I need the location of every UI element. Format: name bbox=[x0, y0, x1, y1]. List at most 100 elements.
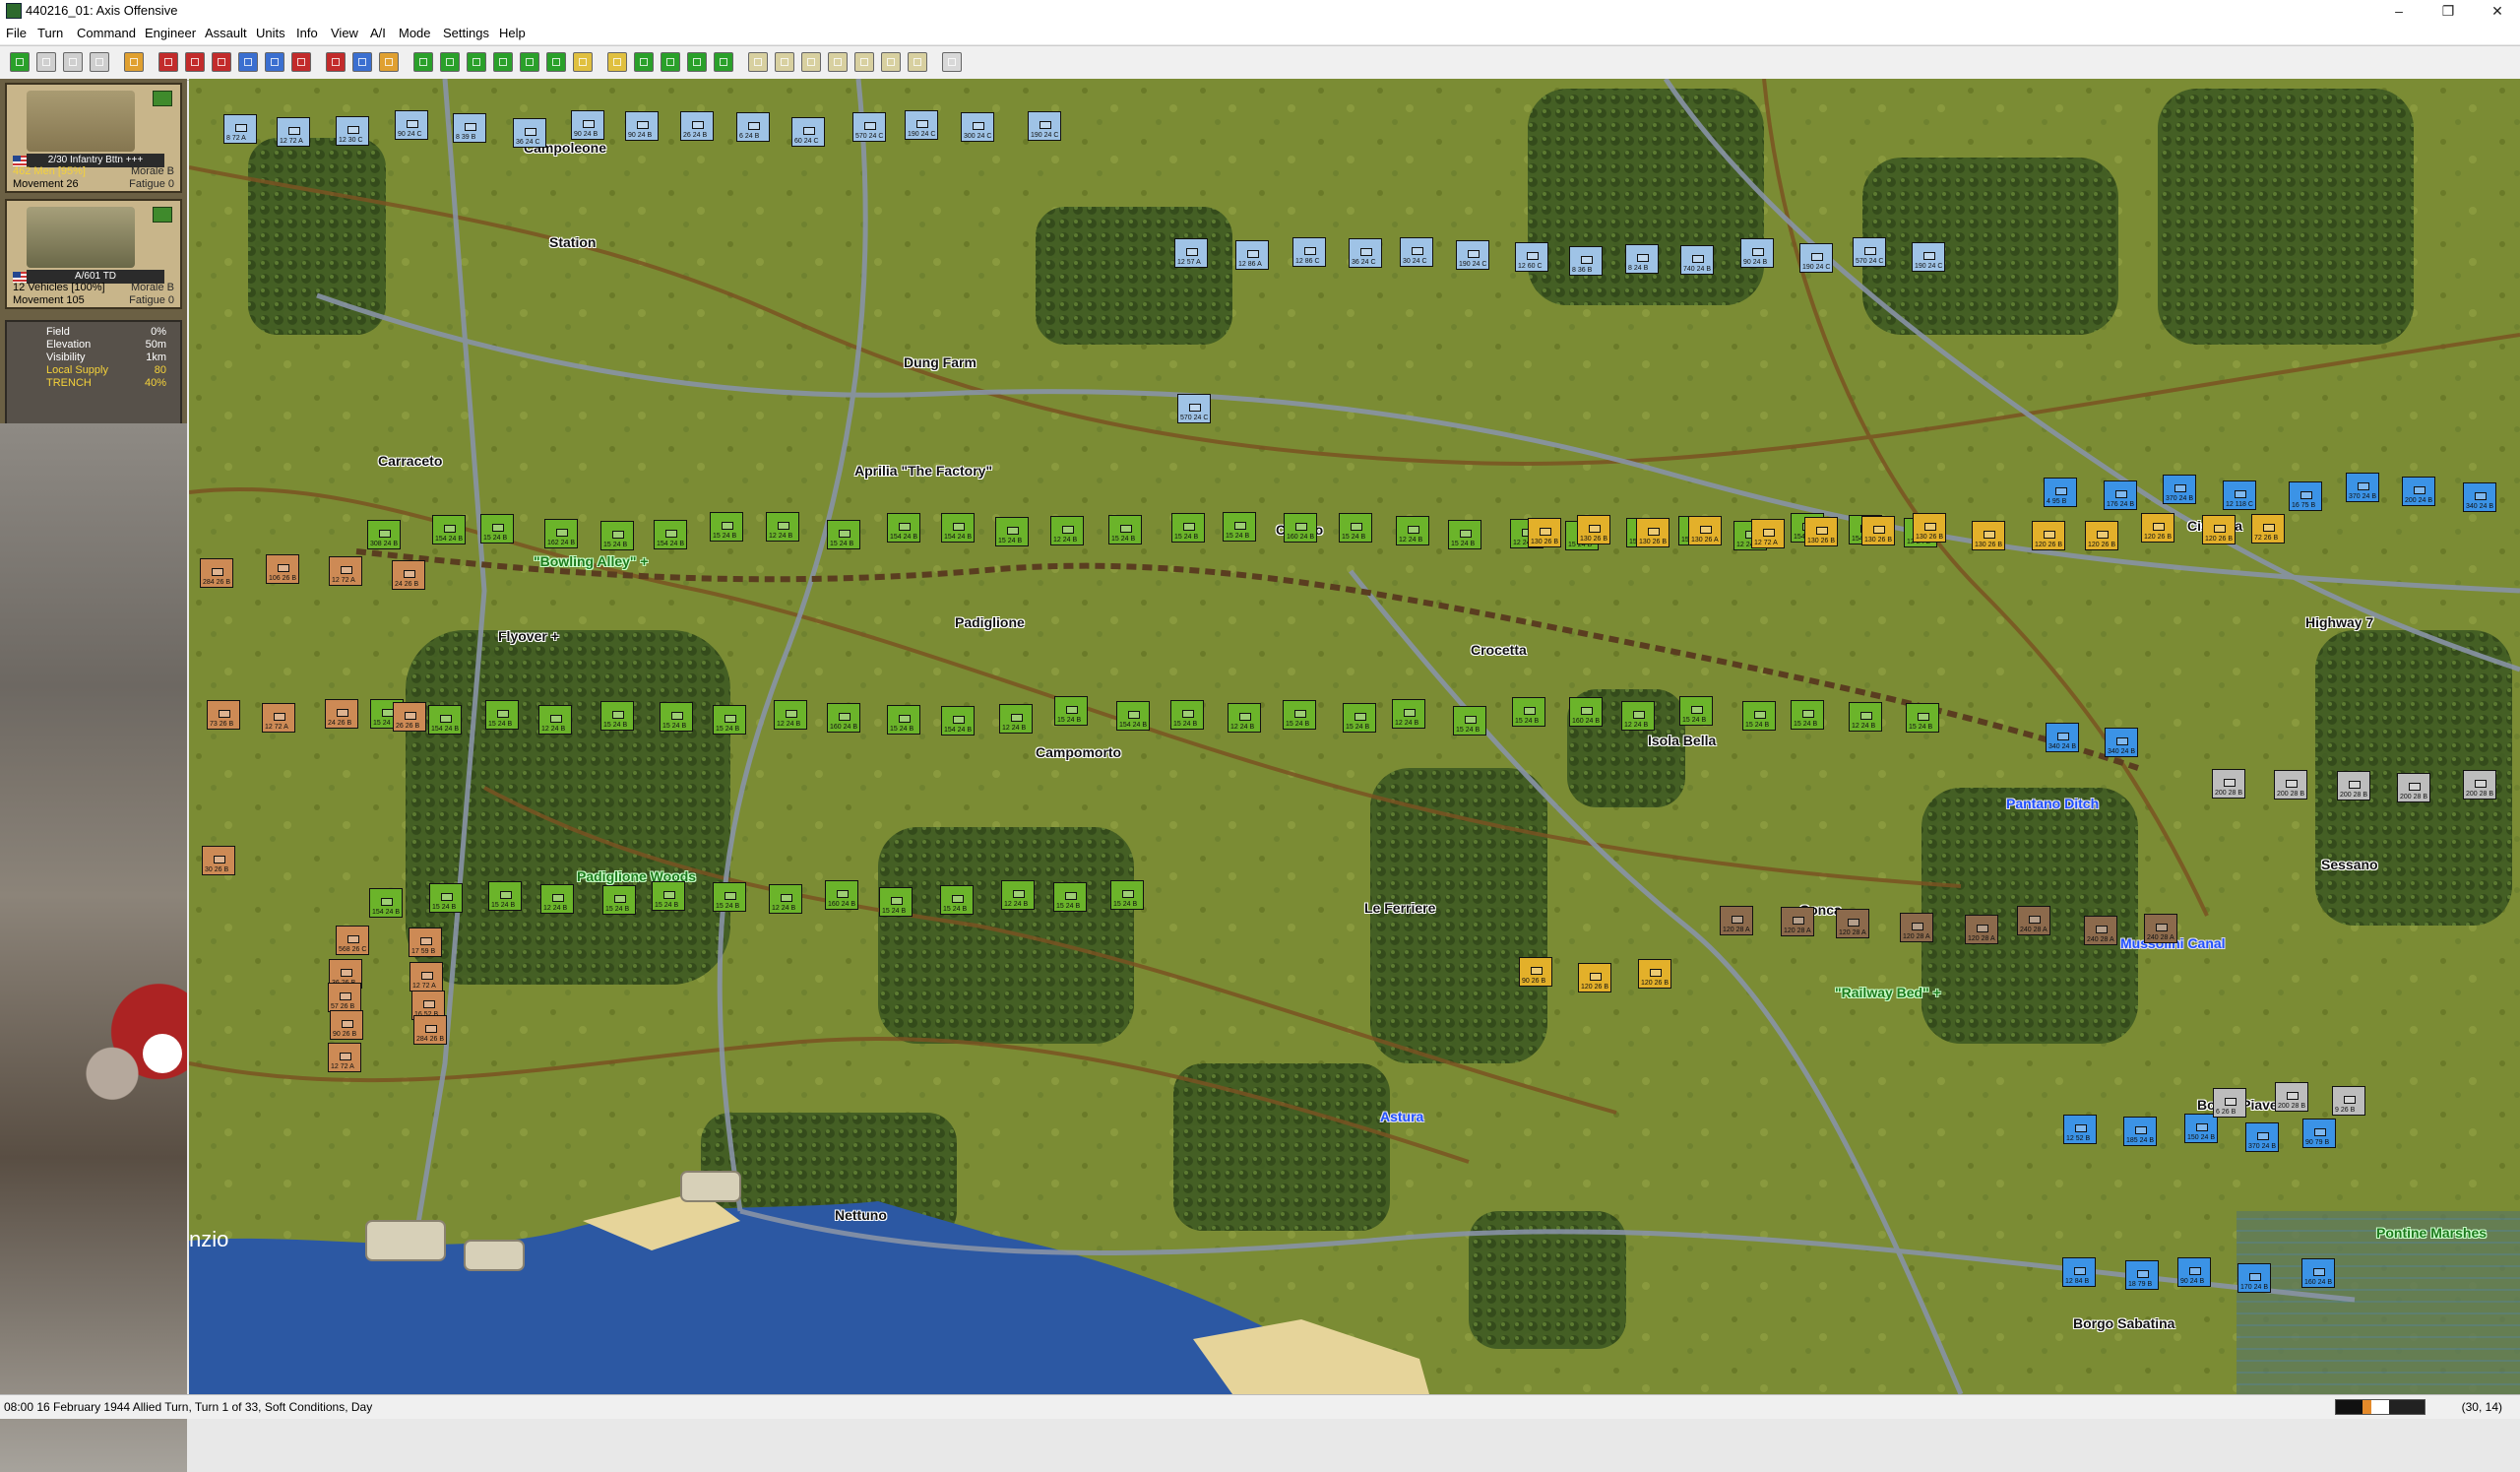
unit-counter[interactable]: 12 24 B bbox=[1228, 703, 1261, 733]
unit-counter[interactable]: 200 28 B bbox=[2337, 771, 2370, 800]
unit-counter[interactable]: 12 24 B bbox=[1849, 702, 1882, 732]
menu-view[interactable]: View bbox=[331, 26, 358, 40]
unit-counter[interactable]: 15 24 B bbox=[600, 521, 634, 550]
unit-counter[interactable]: 570 24 C bbox=[1177, 394, 1211, 423]
unit-counter[interactable]: 12 86 A bbox=[1235, 240, 1269, 270]
truck-icon[interactable] bbox=[775, 52, 794, 72]
menu-info[interactable]: Info bbox=[296, 26, 318, 40]
units-toggle-icon[interactable] bbox=[520, 52, 539, 72]
unit-counter[interactable]: 15 24 B bbox=[600, 701, 634, 731]
unit-counter[interactable]: 60 24 C bbox=[791, 117, 825, 147]
unit-counter[interactable]: 12 24 B bbox=[766, 512, 799, 542]
unit-counter[interactable]: 90 24 B bbox=[1740, 238, 1774, 268]
unit-counter[interactable]: 15 24 B bbox=[710, 512, 743, 542]
unit-counter[interactable]: 15 24 B bbox=[485, 700, 519, 730]
unit-counter[interactable]: 12 24 B bbox=[769, 884, 802, 914]
unit-counter[interactable]: 15 24 B bbox=[995, 517, 1029, 546]
unit-counter[interactable]: 36 24 C bbox=[1349, 238, 1382, 268]
unit-counter[interactable]: 154 24 B bbox=[428, 705, 462, 735]
menu-engineer[interactable]: Engineer bbox=[145, 26, 196, 40]
unit-counter[interactable]: 6 24 B bbox=[736, 112, 770, 142]
unit-counter[interactable]: 12 72 A bbox=[277, 117, 310, 147]
unit-counter[interactable]: 90 26 B bbox=[1519, 957, 1552, 987]
unit-counter[interactable]: 15 24 B bbox=[827, 520, 860, 549]
unit-counter[interactable]: 12 52 B bbox=[2063, 1115, 2097, 1144]
unit-counter[interactable]: 130 26 B bbox=[1913, 513, 1946, 543]
unit-counter[interactable]: 8 24 B bbox=[1625, 244, 1659, 274]
fire-icon[interactable] bbox=[158, 52, 178, 72]
unit-counter[interactable]: 30 26 B bbox=[202, 846, 235, 875]
unit-counter[interactable]: 12 30 C bbox=[336, 116, 369, 146]
unit-counter[interactable]: 15 24 B bbox=[879, 887, 913, 917]
unit-counter[interactable]: 12 24 B bbox=[540, 884, 574, 914]
unit-counter[interactable]: 15 24 B bbox=[1171, 513, 1205, 543]
unit-counter[interactable]: 15 24 B bbox=[713, 882, 746, 912]
unit-counter[interactable]: 12 118 C bbox=[2223, 480, 2256, 510]
unit-counter[interactable]: 12 24 B bbox=[1621, 701, 1655, 731]
unit-counter[interactable]: 200 24 B bbox=[2402, 477, 2435, 506]
unit-counter[interactable]: 162 24 B bbox=[544, 519, 578, 548]
bombard-icon[interactable] bbox=[212, 52, 231, 72]
los-icon[interactable] bbox=[326, 52, 346, 72]
spotlight-icon[interactable] bbox=[379, 52, 399, 72]
load-icon[interactable] bbox=[36, 52, 56, 72]
unit-counter[interactable]: 15 24 B bbox=[1170, 700, 1204, 730]
unit-counter[interactable]: 6 26 B bbox=[2213, 1088, 2246, 1118]
unit-counter[interactable]: 240 28 A bbox=[2017, 906, 2050, 935]
unit-counter[interactable]: 15 24 B bbox=[1742, 701, 1776, 731]
arrow-icon[interactable] bbox=[573, 52, 593, 72]
maximize-button[interactable]: ❐ bbox=[2426, 0, 2471, 23]
unit-counter[interactable]: 4 95 B bbox=[2044, 478, 2077, 507]
unit-counter[interactable]: 160 24 B bbox=[1284, 513, 1317, 543]
settings-icon[interactable] bbox=[942, 52, 962, 72]
organization-icon[interactable] bbox=[661, 52, 680, 72]
hexgrid-icon[interactable] bbox=[467, 52, 486, 72]
unit-counter[interactable]: 15 24 B bbox=[1110, 880, 1144, 910]
unit-counter[interactable]: 12 60 C bbox=[1515, 242, 1548, 272]
unit-counter[interactable]: 120 26 B bbox=[2141, 513, 2174, 543]
unit-counter[interactable]: 170 24 B bbox=[2237, 1263, 2271, 1293]
unit-counter[interactable]: 12 57 A bbox=[1174, 238, 1208, 268]
unit-counter[interactable]: 12 72 A bbox=[328, 1043, 361, 1072]
unit-counter[interactable]: 200 28 B bbox=[2463, 770, 2496, 800]
unit-counter[interactable]: 18 79 B bbox=[2125, 1260, 2159, 1290]
unit-counter[interactable]: 120 28 A bbox=[1965, 915, 1998, 944]
unit-counter[interactable]: 17 59 B bbox=[409, 928, 442, 957]
unit-counter[interactable]: 12 72 A bbox=[410, 962, 443, 992]
unit-counter[interactable]: 73 26 B bbox=[207, 700, 240, 730]
zoom-in-icon[interactable] bbox=[413, 52, 433, 72]
menu-mode[interactable]: Mode bbox=[399, 26, 431, 40]
unit-counter[interactable]: 200 28 B bbox=[2275, 1082, 2308, 1112]
unit-counter[interactable]: 15 24 B bbox=[1223, 512, 1256, 542]
unit-counter[interactable]: 24 26 B bbox=[325, 699, 358, 729]
unit-counter[interactable]: 120 28 A bbox=[1781, 907, 1814, 936]
unit-counter[interactable]: 26 26 B bbox=[393, 702, 426, 732]
close-button[interactable]: ✕ bbox=[2475, 0, 2520, 23]
unit-counter[interactable]: 190 24 C bbox=[1028, 111, 1061, 141]
unit-counter[interactable]: 190 24 C bbox=[1799, 243, 1833, 273]
unit-counter[interactable]: 12 72 A bbox=[329, 556, 362, 586]
unit-counter[interactable]: 12 24 B bbox=[1392, 699, 1425, 729]
unit-counter[interactable]: 370 24 B bbox=[2346, 473, 2379, 502]
unit-counter[interactable]: 154 24 B bbox=[941, 513, 975, 543]
minimize-button[interactable]: – bbox=[2376, 0, 2422, 23]
unit-counter[interactable]: 130 26 A bbox=[1688, 516, 1722, 545]
unit-counter[interactable]: 16 75 B bbox=[2289, 481, 2322, 511]
unit-counter[interactable]: 120 26 B bbox=[2202, 515, 2236, 544]
unit-counter[interactable]: 240 28 A bbox=[2084, 916, 2117, 945]
unit-counter[interactable]: 154 24 B bbox=[432, 515, 466, 544]
unit-counter[interactable]: 308 24 B bbox=[367, 520, 401, 549]
unit-counter[interactable]: 190 24 C bbox=[1456, 240, 1489, 270]
hex-map[interactable]: Campoleone Station Dung Farm Carraceto April… bbox=[189, 79, 2520, 1394]
unit-counter[interactable]: 130 26 B bbox=[1804, 517, 1838, 546]
unit-counter[interactable]: 15 24 B bbox=[1906, 703, 1939, 733]
unit-counter[interactable]: 8 72 A bbox=[223, 114, 257, 144]
unit-counter[interactable]: 15 24 B bbox=[1679, 696, 1713, 726]
unit-counter[interactable]: 120 28 A bbox=[1900, 913, 1933, 942]
unit-counter[interactable]: 120 26 B bbox=[1638, 959, 1671, 989]
assault-icon[interactable] bbox=[185, 52, 205, 72]
unit-counter[interactable]: 15 24 B bbox=[652, 881, 685, 911]
unit-counter[interactable]: 57 26 B bbox=[328, 983, 361, 1012]
unit-counter[interactable]: 90 24 B bbox=[625, 111, 659, 141]
unit-counter[interactable]: 160 24 B bbox=[827, 703, 860, 733]
